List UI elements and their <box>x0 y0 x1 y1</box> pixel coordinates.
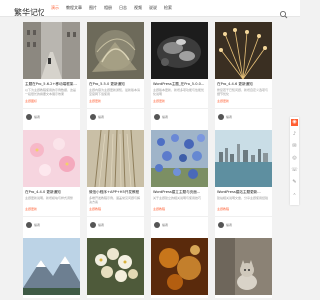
main-nav: 演示 教程文章 图片 相册 日志 视频 说说 检索 <box>51 5 179 11</box>
search-icon[interactable] <box>279 4 288 19</box>
post-author[interactable]: 编者 <box>162 223 168 227</box>
post-excerpt: 多端开发教程示例，涵盖常见问题与解决方案 <box>89 196 141 204</box>
avatar[interactable] <box>154 114 160 120</box>
post-excerpt: 建站相关说明文章，分享主题使用经验 <box>217 196 269 200</box>
nav-item-images[interactable]: 图片 <box>89 5 97 11</box>
post-category[interactable]: 主题教程 <box>217 207 229 211</box>
nav-item-search[interactable]: 检索 <box>164 5 172 11</box>
post-title[interactable]: 在Pro_4.4.0 更新通知 <box>25 190 78 195</box>
post-card[interactable]: 在Pro_5.5.0 更新通知 主题内容为主题更新通知，最新版本请至官网下载使用… <box>87 22 144 132</box>
post-thumbnail[interactable] <box>23 130 80 187</box>
post-category[interactable]: 主题更新 <box>217 99 229 103</box>
post-excerpt: 主题版本更新，新增多项功能与性能优化说明 <box>153 88 205 96</box>
post-excerpt: 修复若干已知问题，新增自定义选项与细节优化 <box>217 88 269 96</box>
nav-item-demo[interactable]: 演示 <box>51 5 59 11</box>
post-card[interactable]: 在Pro_4.4.0 更新通知 主题更新说明，新增模块与样式调整 主题更新 编者 <box>23 130 80 240</box>
post-author[interactable]: 编者 <box>226 223 232 227</box>
site-logo[interactable]: 繁华记忆 <box>14 2 46 17</box>
avatar[interactable] <box>90 114 96 120</box>
post-author[interactable]: 编者 <box>226 115 232 119</box>
divider <box>23 216 80 217</box>
post-card[interactable] <box>215 238 272 298</box>
mail-icon[interactable]: ✎ <box>291 179 298 186</box>
post-category[interactable]: 主题教程 <box>89 207 101 211</box>
avatar[interactable] <box>218 114 224 120</box>
divider <box>87 216 144 217</box>
site-header: 繁华记忆 演示 教程文章 图片 相册 日志 视频 说说 检索 <box>0 0 300 19</box>
post-card[interactable] <box>23 238 80 298</box>
post-card[interactable] <box>151 238 208 298</box>
post-category[interactable]: 主题教程 <box>153 207 165 211</box>
phone-icon[interactable]: ☏ <box>291 167 298 174</box>
post-author[interactable]: 编者 <box>34 223 40 227</box>
avatar[interactable] <box>218 222 224 228</box>
post-card[interactable]: 在Pro_4.4.6 更新通知 修复若干已知问题，新增自定义选项与细节优化 主题… <box>215 22 272 132</box>
nav-item-albums[interactable]: 相册 <box>104 5 112 11</box>
post-card[interactable] <box>87 238 144 298</box>
post-thumbnail[interactable] <box>151 238 208 295</box>
divider <box>23 108 80 109</box>
post-thumbnail[interactable] <box>215 130 272 187</box>
post-thumbnail[interactable] <box>87 238 144 295</box>
divider <box>151 108 208 109</box>
post-author[interactable]: 编者 <box>98 223 104 227</box>
post-card[interactable]: 主题在Pro_5.6.2+移动端框架... 以下为主题教程使用的示例数据，这是一… <box>23 22 80 132</box>
location-icon[interactable]: ◉ <box>291 119 298 126</box>
avatar[interactable] <box>26 222 32 228</box>
logo-text: 繁华记忆 <box>14 7 44 17</box>
post-author[interactable]: 编者 <box>34 115 40 119</box>
nav-item-talk[interactable]: 说说 <box>149 5 157 11</box>
post-excerpt: 主题内容为主题更新通知，最新版本请至官网下载使用 <box>89 88 141 96</box>
post-thumbnail[interactable] <box>215 22 272 79</box>
post-thumbnail[interactable] <box>151 130 208 187</box>
post-title[interactable]: 在Pro_4.4.6 更新通知 <box>217 82 270 87</box>
post-excerpt: 以下为主题教程使用的示例数据，这是一段很长的摘要文本展示效果 <box>25 88 77 96</box>
post-category[interactable]: 主题更新 <box>153 99 165 103</box>
post-excerpt: 关于主题建立的相关说明与使用技巧 <box>153 196 202 200</box>
post-title[interactable]: WordPress主题_在Pro_5.0.0... <box>153 82 206 87</box>
post-thumbnail[interactable] <box>87 130 144 187</box>
post-title[interactable]: 主题在Pro_5.6.2+移动端框架... <box>25 82 78 87</box>
post-thumbnail[interactable] <box>215 238 272 295</box>
post-category[interactable]: 主题更新 <box>89 99 101 103</box>
nav-item-videos[interactable]: 视频 <box>134 5 142 11</box>
divider <box>215 108 272 109</box>
post-card[interactable]: WordPress建站主题更新... 建站相关说明文章，分享主题使用经验 主题教… <box>215 130 272 240</box>
divider <box>215 216 272 217</box>
back-to-top-icon[interactable]: ⌃ <box>291 193 298 200</box>
avatar[interactable] <box>90 222 96 228</box>
post-title[interactable]: WordPress建站主题更新... <box>217 190 270 195</box>
post-thumbnail[interactable] <box>23 238 80 295</box>
post-excerpt: 主题更新说明，新增模块与样式调整 <box>25 196 74 200</box>
divider <box>151 216 208 217</box>
avatar[interactable] <box>26 114 32 120</box>
post-title[interactable]: 微信小程序+APP+H5开发教程 <box>89 190 142 195</box>
post-author[interactable]: 编者 <box>162 115 168 119</box>
floating-sidebar: ◉ ♪ ✉ ◎ ☏ ✎ ⌃ <box>290 117 299 205</box>
weibo-icon[interactable]: ◎ <box>291 155 298 162</box>
post-card[interactable]: 微信小程序+APP+H5开发教程 多端开发教程示例，涵盖常见问题与解决方案 主题… <box>87 130 144 240</box>
post-card[interactable]: WordPress建立主题与页面... 关于主题建立的相关说明与使用技巧 主题教… <box>151 130 208 240</box>
nav-item-articles[interactable]: 教程文章 <box>66 5 82 11</box>
qq-icon[interactable]: ♪ <box>291 131 298 138</box>
post-author[interactable]: 编者 <box>98 115 104 119</box>
post-category[interactable]: 主题图标 <box>25 99 37 103</box>
post-title[interactable]: 在Pro_5.5.0 更新通知 <box>89 82 142 87</box>
post-title[interactable]: WordPress建立主题与页面... <box>153 190 206 195</box>
post-card[interactable]: WordPress主题_在Pro_5.0.0... 主题版本更新，新增多项功能与… <box>151 22 208 132</box>
post-category[interactable]: 主题更新 <box>25 207 37 211</box>
divider <box>87 108 144 109</box>
nav-item-logs[interactable]: 日志 <box>119 5 127 11</box>
avatar[interactable] <box>154 222 160 228</box>
post-thumbnail[interactable] <box>23 22 80 79</box>
post-thumbnail[interactable] <box>87 22 144 79</box>
post-thumbnail[interactable] <box>151 22 208 79</box>
wechat-icon[interactable]: ✉ <box>291 143 298 150</box>
